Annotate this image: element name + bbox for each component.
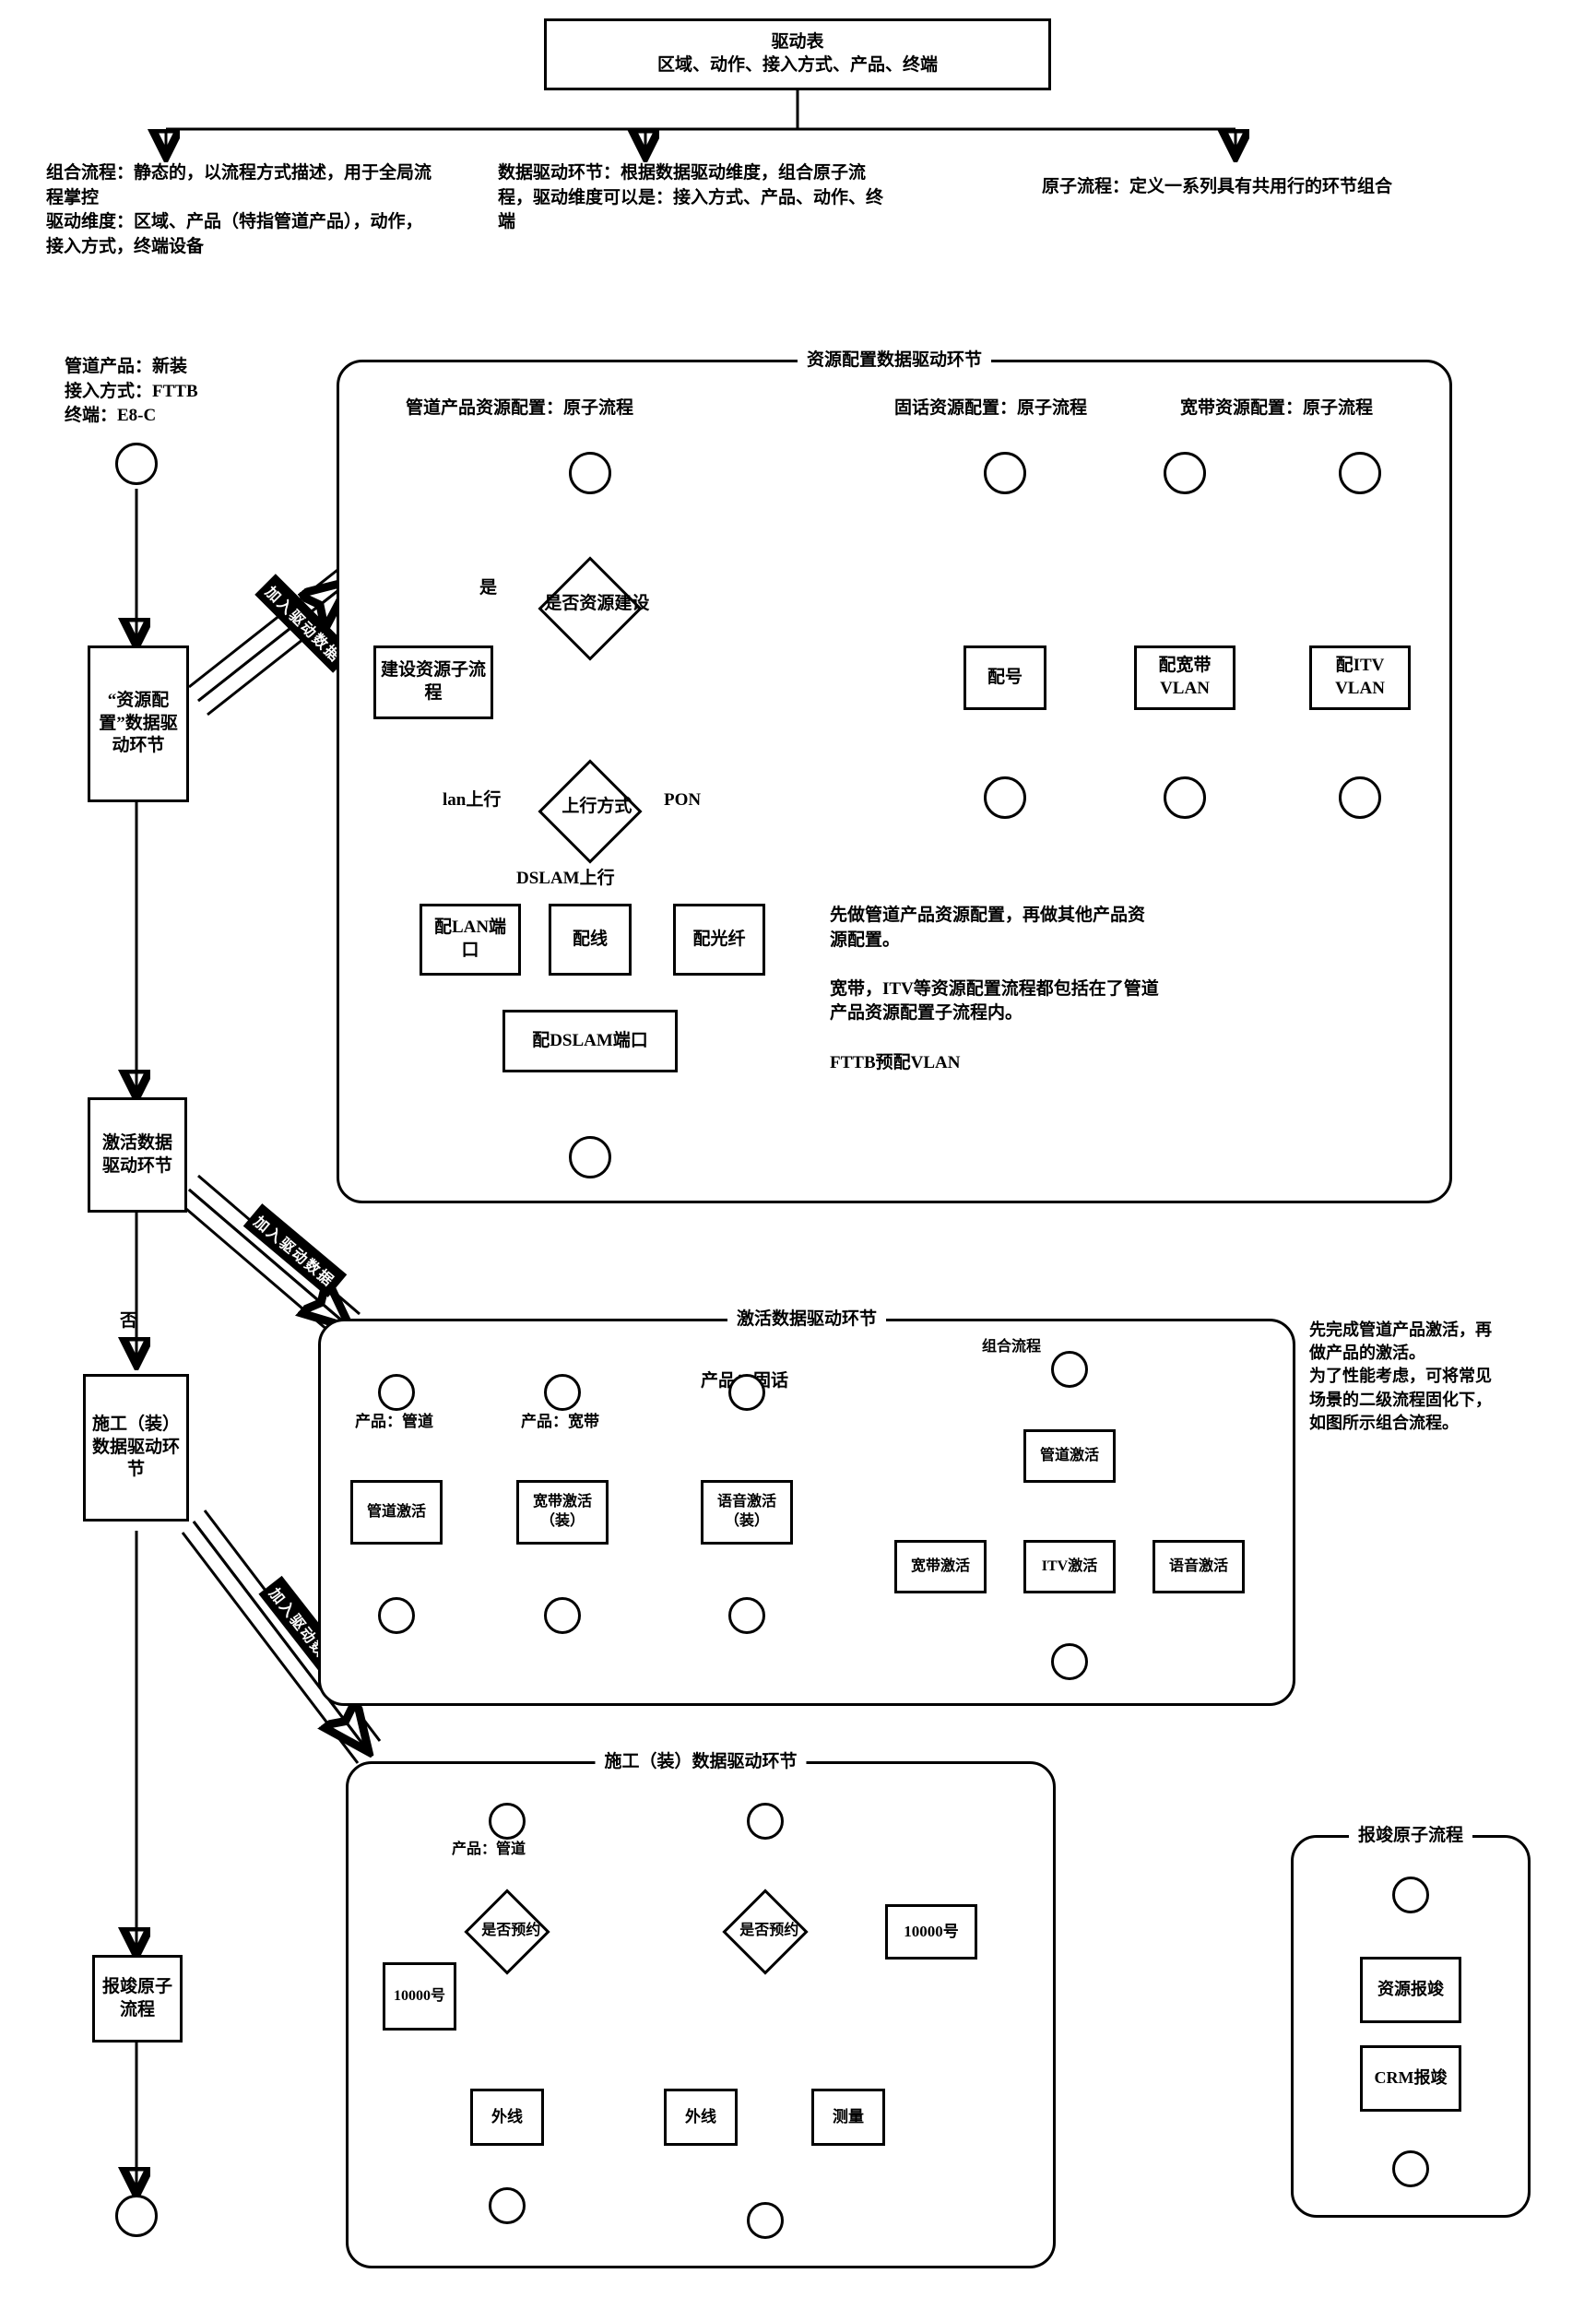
p1-m3e (1339, 776, 1381, 819)
panel3-title: 施工（装）数据驱动环节 (595, 1747, 806, 1772)
tag2: 加入驱动数据 (243, 1203, 348, 1297)
p1-m1s (984, 452, 1026, 494)
left-end-circle (115, 2195, 158, 2237)
b-dslam: 配DSLAM端口 (502, 1010, 678, 1072)
p4-s (1392, 1877, 1429, 1913)
p3-meas: 测量 (811, 2089, 885, 2146)
p3-e2 (747, 2202, 784, 2239)
lbl-lan: lan上行 (443, 788, 501, 813)
p3-10000b: 10000号 (885, 1904, 977, 1960)
panel4-title: 报竣原子流程 (1349, 1821, 1472, 1846)
p1-m3s (1339, 452, 1381, 494)
p2-e2 (544, 1597, 581, 1634)
panel-activate: 激活数据驱动环节 (318, 1319, 1295, 1706)
p2-ce (1051, 1643, 1088, 1680)
p1-note: 先做管道产品资源配置，再做其他产品资源配置。 宽带，ITV等资源配置流程都包括在… (830, 904, 1162, 1075)
p1-m2s (1164, 452, 1206, 494)
p1-m1e (984, 776, 1026, 819)
step-construct: 施工（装）数据驱动环节 (83, 1374, 189, 1522)
b-line: 配线 (549, 904, 632, 976)
b-fiber: 配光纤 (673, 904, 765, 976)
step-resource-config: “资源配置”数据驱动环节 (88, 645, 189, 802)
p2-s1 (378, 1374, 415, 1411)
panel2-title: 激活数据驱动环节 (727, 1305, 886, 1330)
p3-s1 (489, 1803, 526, 1840)
p1-start (569, 452, 611, 494)
step2-label: 激活数据驱动环节 (94, 1132, 181, 1178)
p1-build: 建设资源子流程 (373, 645, 493, 719)
left-params: 管道产品：新装 接入方式：FTTB 终端：E8-C (65, 355, 267, 429)
panel1-title: 资源配置数据驱动环节 (798, 346, 991, 371)
p3-out2: 外线 (664, 2089, 738, 2146)
p3-p1: 产品：管道 (452, 1840, 526, 1860)
b-itv: 配ITV VLAN (1309, 645, 1411, 710)
p2-b1: 管道激活 (350, 1480, 443, 1545)
p2-b2: 宽带激活（装） (516, 1480, 609, 1545)
p3-e1 (489, 2187, 526, 2224)
p2-s2 (544, 1374, 581, 1411)
p1-m2e (1164, 776, 1206, 819)
p2-e3 (728, 1597, 765, 1634)
b-lan: 配LAN端口 (420, 904, 521, 976)
p2-cvoice: 语音激活 (1153, 1540, 1245, 1593)
panel-resource: 资源配置数据驱动环节 (337, 360, 1452, 1203)
p1-end (569, 1136, 611, 1178)
p2-combo-lbl: 组合流程 (982, 1337, 1041, 1357)
lbl-pon: PON (664, 788, 701, 813)
p2-p2: 产品：宽带 (521, 1411, 599, 1433)
p3-out1: 外线 (470, 2089, 544, 2146)
step-report: 报竣原子流程 (92, 1955, 183, 2043)
p1-h1: 管道产品资源配置：原子流程 (406, 397, 701, 421)
p4-e (1392, 2150, 1429, 2187)
p2-e1 (378, 1597, 415, 1634)
b-vlan: 配宽带VLAN (1134, 645, 1235, 710)
p2-croot: 管道激活 (1023, 1429, 1116, 1483)
step1-label: “资源配置”数据驱动环节 (94, 690, 183, 758)
header-title-2: 区域、动作、接入方式、产品、终端 (657, 54, 938, 77)
lbl-dslam: DSLAM上行 (516, 867, 615, 892)
p2-cbb: 宽带激活 (894, 1540, 987, 1593)
step3-label: 施工（装）数据驱动环节 (89, 1414, 183, 1482)
note-mid: 数据驱动环节：根据数据驱动维度，组合原子流程，驱动维度可以是：接入方式、产品、动… (498, 161, 885, 235)
b-num: 配号 (964, 645, 1046, 710)
p2-citv: ITV激活 (1023, 1540, 1116, 1593)
p4-b1: 资源报竣 (1360, 1957, 1461, 2023)
p1-d2-label: 上行方式 (541, 792, 652, 817)
no-label: 否 (120, 1309, 137, 1334)
note-left: 组合流程：静态的，以流程方式描述，用于全局流程掌控 驱动维度：区域、产品（特指管… (46, 161, 433, 259)
p1-h3: 宽带资源配置：原子流程 (1180, 397, 1438, 421)
p2-p1: 产品：管道 (355, 1411, 433, 1433)
p2-cs (1051, 1351, 1088, 1388)
step4-label: 报竣原子流程 (99, 1976, 176, 2021)
step-activate: 激活数据驱动环节 (88, 1097, 187, 1213)
p4-b2: CRM报竣 (1360, 2045, 1461, 2112)
p1-yes: 是 (479, 576, 497, 601)
header-box: 驱动表 区域、动作、接入方式、产品、终端 (544, 18, 1051, 90)
p1-h2: 固话资源配置：原子流程 (894, 397, 1153, 421)
p2-b3: 语音激活（装） (701, 1480, 793, 1545)
p3-10000a: 10000号 (383, 1962, 456, 2031)
note-right: 原子流程：定义一系列具有共用行的环节组合 (1042, 175, 1484, 200)
p2-s3 (728, 1374, 765, 1411)
left-start-circle (115, 443, 158, 485)
p2-note: 先完成管道产品激活，再做产品的激活。 为了性能考虑，可将常见场景的二级流程固化下… (1309, 1319, 1494, 1435)
p1-d1-label: 是否资源建设 (541, 589, 652, 614)
header-title-1: 驱动表 (771, 31, 823, 54)
p3-s2 (747, 1803, 784, 1840)
